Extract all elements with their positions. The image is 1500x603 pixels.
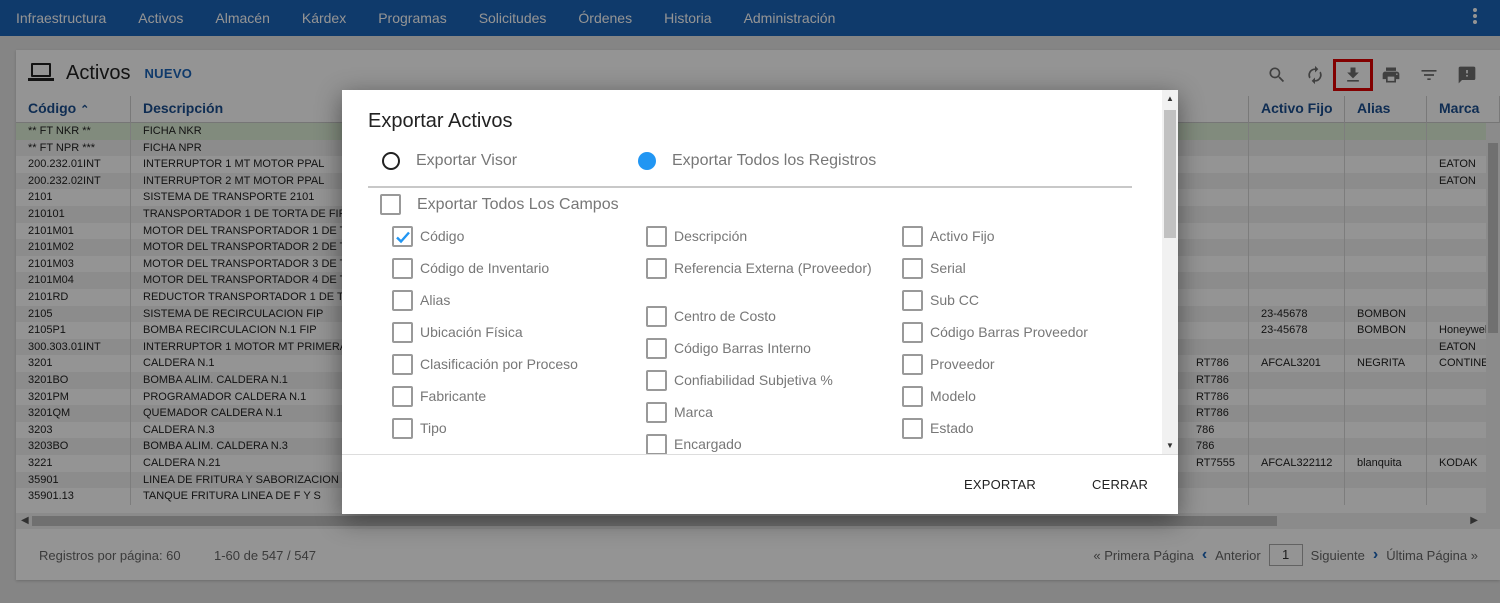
checkbox-icon[interactable] <box>392 290 413 311</box>
field-checkbox-col2-0[interactable]: Descripción <box>646 226 874 249</box>
field-checkbox-label: Confiabilidad Subjetiva % <box>674 372 833 388</box>
radio-checked-icon[interactable] <box>638 152 656 170</box>
checkbox-icon[interactable] <box>646 338 667 359</box>
radio-export-visor[interactable]: Exportar Visor <box>382 152 517 170</box>
checkbox-icon[interactable] <box>902 386 923 407</box>
field-checkbox-col3-4[interactable]: Proveedor <box>902 354 1130 377</box>
checkbox-icon[interactable] <box>392 386 413 407</box>
checkbox-all-fields[interactable]: Exportar Todos Los Campos <box>380 194 619 215</box>
field-checkbox-col1-5[interactable]: Fabricante <box>392 386 620 409</box>
field-checkbox-label: Código de Inventario <box>420 260 550 276</box>
checkbox-icon[interactable] <box>902 226 923 247</box>
field-checkbox-label: Alias <box>420 292 451 308</box>
field-checkbox-col3-6[interactable]: Estado <box>902 418 1130 441</box>
checkbox-icon[interactable] <box>646 402 667 423</box>
checkbox-all-fields-label: Exportar Todos Los Campos <box>417 195 619 213</box>
field-checkbox-col3-5[interactable]: Modelo <box>902 386 1130 409</box>
checkbox-icon[interactable] <box>392 354 413 375</box>
field-checkbox-label: Código <box>420 228 465 244</box>
dialog-scrollbar[interactable]: ▲ ▼ <box>1162 90 1178 454</box>
field-checkbox-col2-1[interactable]: Referencia Externa (Proveedor) <box>646 258 874 281</box>
field-checkbox-col1-3[interactable]: Ubicación Física <box>392 322 620 345</box>
field-checkbox-label: Encargado <box>674 436 742 452</box>
field-checkbox-col2-6[interactable]: Encargado <box>646 434 874 454</box>
field-checkbox-label: Referencia Externa (Proveedor) <box>674 260 872 276</box>
field-checkbox-col3-1[interactable]: Serial <box>902 258 1130 281</box>
field-checkbox-label: Centro de Costo <box>674 308 776 324</box>
checkbox-icon[interactable] <box>646 306 667 327</box>
field-checkbox-col2-2[interactable]: Centro de Costo <box>646 306 874 329</box>
checkbox-icon[interactable] <box>392 258 413 279</box>
checkbox-icon[interactable] <box>902 354 923 375</box>
export-button[interactable]: EXPORTAR <box>964 477 1036 492</box>
field-checkbox-col3-0[interactable]: Activo Fijo <box>902 226 1130 249</box>
checkbox-icon[interactable] <box>380 194 401 215</box>
field-checkbox-col1-4[interactable]: Clasificación por Proceso <box>392 354 620 377</box>
checkbox-icon[interactable] <box>902 258 923 279</box>
field-checkbox-col2-3[interactable]: Código Barras Interno <box>646 338 874 361</box>
field-checkbox-col1-2[interactable]: Alias <box>392 290 620 313</box>
field-checkbox-col1-0[interactable]: Código <box>392 226 620 249</box>
radio-unchecked-icon[interactable] <box>382 152 400 170</box>
export-dialog-content: Exportar Activos Exportar Visor Exportar… <box>342 90 1178 454</box>
field-checkbox-label: Estado <box>930 420 974 436</box>
checkbox-icon[interactable] <box>646 258 667 279</box>
radio-export-all-label: Exportar Todos los Registros <box>672 152 877 169</box>
field-checkbox-label: Código Barras Proveedor <box>930 324 1088 340</box>
field-checkbox-label: Sub CC <box>930 292 980 308</box>
checkbox-checked-icon[interactable] <box>392 226 413 247</box>
field-checkbox-col3-2[interactable]: Sub CC <box>902 290 1130 313</box>
field-checkbox-col3-3[interactable]: Código Barras Proveedor <box>902 322 1130 345</box>
checkbox-icon[interactable] <box>646 226 667 247</box>
field-checkbox-label: Serial <box>930 260 966 276</box>
field-checkbox-label: Tipo <box>420 420 447 436</box>
checkbox-icon[interactable] <box>646 434 667 454</box>
field-checkbox-col2-4[interactable]: Confiabilidad Subjetiva % <box>646 370 874 393</box>
field-checkbox-label: Clasificación por Proceso <box>420 356 578 372</box>
field-checkbox-col1-1[interactable]: Código de Inventario <box>392 258 620 281</box>
field-checkbox-col1-6[interactable]: Tipo <box>392 418 620 441</box>
field-checkbox-label: Activo Fijo <box>930 228 995 244</box>
field-checkbox-label: Descripción <box>674 228 748 244</box>
field-checkbox-label: Ubicación Física <box>420 324 523 340</box>
radio-export-visor-label: Exportar Visor <box>416 152 518 169</box>
field-checkbox-label: Marca <box>674 404 713 420</box>
field-checkbox-label: Modelo <box>930 388 976 404</box>
checkbox-icon[interactable] <box>902 290 923 311</box>
export-dialog: Exportar Activos Exportar Visor Exportar… <box>342 90 1178 514</box>
checkbox-icon[interactable] <box>646 370 667 391</box>
field-checkbox-label: Fabricante <box>420 388 487 404</box>
field-checkbox-label: Código Barras Interno <box>674 340 811 356</box>
divider <box>368 186 1132 188</box>
radio-export-all[interactable]: Exportar Todos los Registros <box>638 152 876 170</box>
field-checkbox-label: Proveedor <box>930 356 995 372</box>
field-checkbox-col2-5[interactable]: Marca <box>646 402 874 425</box>
checkbox-icon[interactable] <box>392 418 413 439</box>
dialog-title: Exportar Activos <box>368 110 513 132</box>
checkbox-icon[interactable] <box>902 418 923 439</box>
checkbox-icon[interactable] <box>392 322 413 343</box>
dialog-actions: EXPORTAR CERRAR <box>342 455 1178 514</box>
close-button[interactable]: CERRAR <box>1092 477 1148 492</box>
checkbox-icon[interactable] <box>902 322 923 343</box>
